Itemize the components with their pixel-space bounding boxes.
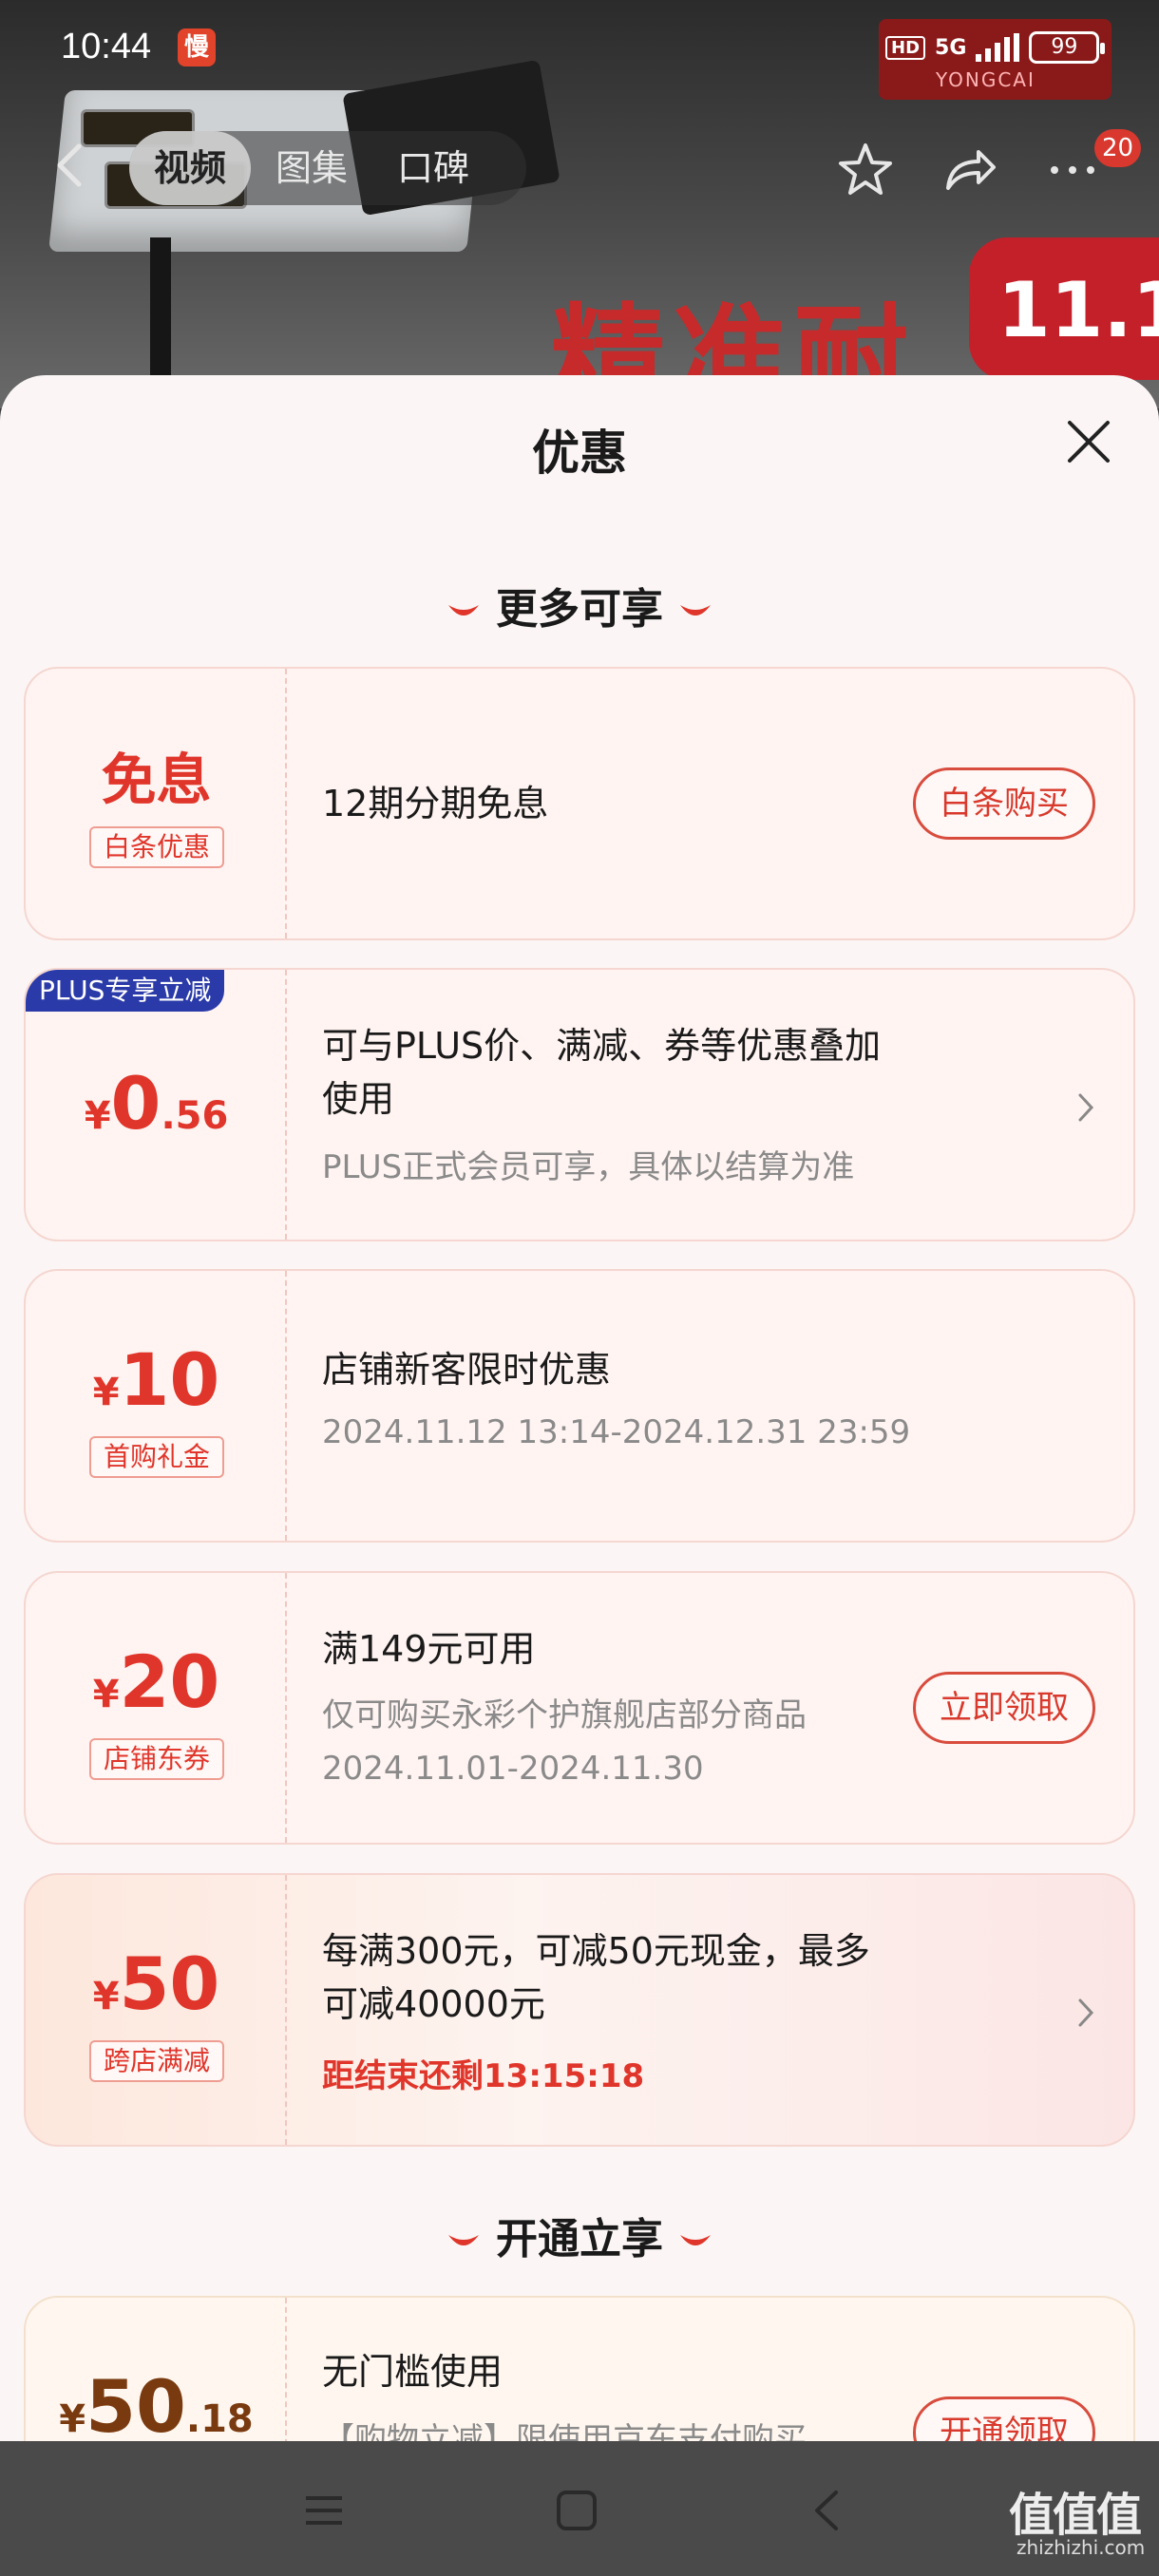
sheet-title: 优惠	[532, 426, 627, 481]
offer-description: 可与PLUS价、满减、券等优惠叠加	[322, 1025, 882, 1067]
offer-note: PLUS正式会员可享，具体以结算为准	[322, 1148, 855, 1186]
offers-sheet: 优惠 更多可享 免息 白条优惠 12期分期免息 白条购买 PLUS专享立减 ¥0…	[0, 375, 1159, 2576]
offer-card-plus[interactable]: PLUS专享立减 ¥0.56 可与PLUS价、满减、券等优惠叠加 使用 PLUS…	[24, 968, 1135, 1241]
offer-description: 店铺新客限时优惠	[322, 1349, 612, 1391]
offer-tag: 白条优惠	[89, 826, 224, 868]
smile-decoration-icon	[680, 2235, 711, 2245]
tab-reviews[interactable]: 口碑	[372, 131, 494, 205]
smile-decoration-icon	[448, 605, 479, 616]
section-header-more: 更多可享	[0, 575, 1159, 635]
section-title: 更多可享	[496, 585, 663, 634]
tab-video[interactable]: 视频	[129, 131, 252, 205]
tab-gallery[interactable]: 图集	[251, 131, 372, 205]
chevron-right-icon[interactable]	[1076, 1091, 1095, 1124]
status-time: 10:44	[61, 27, 152, 66]
offer-amount-area: ¥20 店铺东券	[26, 1573, 287, 1843]
offer-description-cont: 使用	[322, 1078, 395, 1120]
offer-description: 12期分期免息	[322, 783, 549, 824]
offer-details: 满149元可用 仅可购买永彩个护旗舰店部分商品 2024.11.01-2024.…	[322, 1573, 1095, 1843]
battery-icon: 99	[1029, 31, 1106, 64]
system-navigation-bar	[0, 2441, 1159, 2576]
media-tabs: 视频 图集 口碑	[129, 131, 527, 205]
offer-validity: 2024.11.01-2024.11.30	[322, 1750, 704, 1788]
section-header-open: 开通立享	[0, 2205, 1159, 2265]
offer-card-store-coupon: ¥20 店铺东券 满149元可用 仅可购买永彩个护旗舰店部分商品 2024.11…	[24, 1571, 1135, 1845]
baitiao-buy-button[interactable]: 白条购买	[913, 767, 1095, 840]
star-icon[interactable]	[836, 141, 895, 199]
network-type: 5G	[935, 35, 967, 60]
section-title: 开通立享	[496, 2215, 663, 2263]
offer-details: 店铺新客限时优惠 2024.11.12 13:14-2024.12.31 23:…	[322, 1271, 1095, 1541]
smile-decoration-icon	[448, 2235, 479, 2245]
offer-amount: ¥0.56	[84, 1061, 229, 1146]
back-icon[interactable]	[52, 142, 86, 188]
countdown-timer: 距结束还剩13:15:18	[322, 2057, 645, 2095]
offer-tag: 跨店满减	[89, 2040, 224, 2082]
offer-validity: 2024.11.12 13:14-2024.12.31 23:59	[322, 1413, 911, 1451]
signal-icon	[976, 33, 1020, 62]
message-count-badge: 20	[1094, 129, 1142, 167]
share-icon[interactable]	[940, 141, 999, 199]
offer-amount: ¥20	[92, 1639, 220, 1724]
offer-amount-area: 免息 白条优惠	[26, 669, 287, 938]
home-icon[interactable]	[553, 2487, 600, 2534]
promo-badge: 11.11	[969, 237, 1159, 380]
offer-description: 无门槛使用	[322, 2351, 504, 2393]
offer-card-cross-store[interactable]: ¥50 跨店满减 每满300元，可减50元现金，最多 可减40000元 距结束还…	[24, 1873, 1135, 2147]
hd-icon: HD	[885, 35, 926, 60]
menu-icon[interactable]	[300, 2487, 348, 2534]
close-icon[interactable]	[1060, 413, 1117, 470]
chevron-right-icon[interactable]	[1076, 1997, 1095, 2029]
back-nav-icon[interactable]	[804, 2487, 851, 2534]
offer-card-interest-free: 免息 白条优惠 12期分期免息 白条购买	[24, 667, 1135, 940]
watermark: 值值值	[1009, 2489, 1142, 2542]
offer-amount-area: ¥50 跨店满减	[26, 1875, 287, 2145]
watermark-url: zhizhizhi.com	[1016, 2536, 1146, 2559]
offer-scope: 仅可购买永彩个护旗舰店部分商品	[322, 1696, 807, 1734]
offer-details: 每满300元，可减50元现金，最多 可减40000元 距结束还剩13:15:18	[322, 1875, 1095, 2145]
smile-decoration-icon	[680, 605, 711, 616]
more-icon[interactable]	[1043, 141, 1102, 199]
offer-tag: 店铺东券	[89, 1738, 224, 1780]
offer-amount: 免息	[101, 748, 212, 812]
offer-description-cont: 可减40000元	[322, 1983, 545, 2025]
claim-coupon-button[interactable]: 立即领取	[913, 1672, 1095, 1744]
status-indicators: HD 5G 99	[885, 28, 1106, 66]
offer-description: 每满300元，可减50元现金，最多	[322, 1930, 870, 1972]
offer-details: 可与PLUS价、满减、券等优惠叠加 使用 PLUS正式会员可享，具体以结算为准	[322, 970, 1095, 1240]
app-notification-icon: 慢	[178, 28, 216, 66]
offer-amount: ¥50.18	[59, 2364, 254, 2449]
offer-card-new-customer: ¥10 首购礼金 店铺新客限时优惠 2024.11.12 13:14-2024.…	[24, 1269, 1135, 1543]
offer-description: 满149元可用	[322, 1628, 536, 1670]
offer-amount-area: ¥10 首购礼金	[26, 1271, 287, 1541]
offer-amount-area: ¥0.56	[26, 970, 287, 1240]
offer-tag: 首购礼金	[89, 1436, 224, 1478]
offer-details: 12期分期免息 白条购买	[322, 669, 1095, 938]
offer-amount: ¥50	[92, 1941, 220, 2026]
brand-logo-text: YONGCAI	[936, 68, 1036, 91]
offer-amount: ¥10	[92, 1337, 220, 1422]
